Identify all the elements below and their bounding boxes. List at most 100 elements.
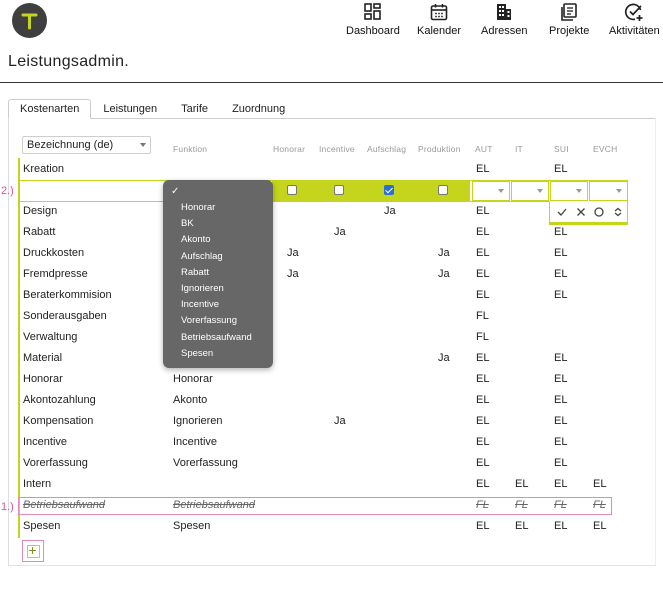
row-sui-cell: EL bbox=[554, 520, 568, 532]
dropdown-option[interactable]: Incentive bbox=[181, 299, 219, 310]
row-funktion-cell: Incentive bbox=[173, 436, 218, 448]
row-aut-cell: EL bbox=[476, 457, 490, 469]
edit-produktion-checkbox[interactable] bbox=[438, 185, 448, 195]
row-name-cell[interactable]: Rabatt bbox=[23, 226, 55, 238]
row-aut-cell: EL bbox=[476, 247, 490, 259]
row-evch-cell: EL bbox=[593, 478, 607, 490]
dropdown-option[interactable]: Vorerfassung bbox=[181, 315, 237, 326]
dropdown-option[interactable]: Betriebsaufwand bbox=[181, 332, 252, 343]
tab-zuordnung[interactable]: Zuordnung bbox=[220, 99, 297, 119]
row-it-cell: EL bbox=[515, 478, 529, 490]
logo-letter-icon bbox=[21, 13, 38, 30]
edit-evch-select[interactable] bbox=[589, 181, 628, 201]
nav-dashboard[interactable]: Dashboard bbox=[346, 2, 400, 37]
row-name-cell[interactable]: Spesen bbox=[23, 520, 60, 532]
row-funktion-cell: Akonto bbox=[173, 394, 208, 406]
row-name-cell[interactable]: Incentive bbox=[23, 436, 67, 448]
col-header-honorar: Honorar bbox=[273, 144, 306, 154]
row-name-cell[interactable]: Kreation bbox=[23, 163, 64, 175]
row-produktion-cell: Ja bbox=[438, 352, 450, 364]
edit-honorar-checkbox[interactable] bbox=[287, 185, 297, 195]
cancel-button[interactable] bbox=[573, 204, 589, 220]
tab-kostenarten[interactable]: Kostenarten bbox=[8, 99, 92, 119]
calendar-icon bbox=[430, 4, 448, 21]
nav-label: Kalender bbox=[417, 25, 462, 37]
row-aut-cell: EL bbox=[476, 394, 490, 406]
row-aut-cell: EL bbox=[476, 289, 490, 301]
col-header-produktion: Produktion bbox=[418, 144, 461, 154]
row-evch-cell: EL bbox=[593, 520, 607, 532]
building-icon bbox=[497, 4, 512, 20]
row-name-cell[interactable]: Fremdpresse bbox=[23, 268, 88, 280]
chevron-down-icon bbox=[498, 189, 504, 193]
nav-label: Adressen bbox=[481, 25, 528, 37]
nav-adressen[interactable]: Adressen bbox=[481, 2, 527, 37]
tab-leistungen[interactable]: Leistungen bbox=[91, 99, 169, 119]
title-divider bbox=[0, 82, 663, 83]
app-logo[interactable] bbox=[12, 3, 47, 38]
row-name-cell[interactable]: Druckkosten bbox=[23, 247, 84, 259]
row-aut-cell: EL bbox=[476, 415, 490, 427]
col-header-evch: EVCH bbox=[593, 144, 618, 154]
dropdown-option[interactable]: Ignorieren bbox=[181, 283, 224, 294]
row-name-cell[interactable]: Akontozahlung bbox=[23, 394, 96, 406]
row-name-cell[interactable]: Intern bbox=[23, 478, 51, 490]
row-sui-cell: EL bbox=[554, 289, 568, 301]
row-sui-cell: EL bbox=[554, 394, 568, 406]
col-header-aut: AUT bbox=[475, 144, 493, 154]
rows-accent-bar bbox=[18, 158, 20, 538]
dropdown-option[interactable]: Honorar bbox=[181, 202, 215, 213]
col-header-sui: SUI bbox=[554, 144, 569, 154]
add-row-button[interactable]: + bbox=[22, 540, 44, 562]
nav-label: Aktivitäten bbox=[609, 25, 660, 37]
row-sui-cell: EL bbox=[554, 163, 568, 175]
tab-tarife[interactable]: Tarife bbox=[169, 99, 220, 119]
reorder-button[interactable] bbox=[610, 204, 626, 220]
check-icon bbox=[557, 208, 567, 216]
nav-label: Dashboard bbox=[346, 25, 400, 37]
funktion-dropdown-menu: ✓ Honorar BK Akonto Aufschlag Rabatt Ignorier… bbox=[163, 180, 273, 368]
row-name-cell[interactable]: Material bbox=[23, 352, 62, 364]
row-produktion-cell: Ja bbox=[438, 268, 450, 280]
row-name-cell[interactable]: Beraterkommision bbox=[23, 289, 112, 301]
row-sui-cell: EL bbox=[554, 373, 568, 385]
plus-icon: + bbox=[28, 542, 37, 558]
row-aut-cell: FL bbox=[476, 310, 489, 322]
row-it-cell: EL bbox=[515, 520, 529, 532]
name-language-select[interactable]: Bezeichnung (de) bbox=[22, 136, 151, 154]
row-sui-cell: EL bbox=[554, 268, 568, 280]
row-produktion-cell: Ja bbox=[438, 247, 450, 259]
highlight-row-marker: 1.) bbox=[1, 501, 14, 513]
edit-aut-select[interactable] bbox=[472, 181, 510, 201]
check-icon: ✓ bbox=[171, 186, 180, 197]
edit-it-select[interactable] bbox=[511, 181, 549, 201]
confirm-button[interactable] bbox=[554, 204, 570, 220]
col-header-aufschlag: Aufschlag bbox=[367, 144, 407, 154]
nav-projekte[interactable]: Projekte bbox=[549, 2, 589, 37]
nav-aktivitaeten[interactable]: Aktivitäten bbox=[609, 2, 660, 37]
circle-icon bbox=[594, 207, 604, 217]
row-aut-cell: EL bbox=[476, 163, 490, 175]
dropdown-option[interactable]: Akonto bbox=[181, 234, 211, 245]
row-name-cell[interactable]: Kompensation bbox=[23, 415, 93, 427]
edit-incentive-checkbox[interactable] bbox=[334, 185, 344, 195]
edit-actions bbox=[549, 201, 628, 225]
row-name-cell[interactable]: Design bbox=[23, 205, 57, 217]
reset-button[interactable] bbox=[591, 204, 607, 220]
dropdown-option[interactable]: Rabatt bbox=[181, 267, 209, 278]
row-name-cell[interactable]: Verwaltung bbox=[23, 331, 77, 343]
dropdown-option[interactable]: Aufschlag bbox=[181, 251, 223, 262]
tab-bar: Kostenarten Leistungen Tarife Zuordnung bbox=[8, 99, 297, 119]
edit-row-marker: 2.) bbox=[1, 185, 14, 197]
page-title: Leistungsadmin. bbox=[8, 53, 130, 70]
edit-sui-select[interactable] bbox=[550, 181, 588, 201]
row-name-cell[interactable]: Sonderausgaben bbox=[23, 310, 107, 322]
row-funktion-cell: Spesen bbox=[173, 520, 211, 532]
row-sui-cell: EL bbox=[554, 457, 568, 469]
dropdown-option[interactable]: Spesen bbox=[181, 348, 213, 359]
row-name-cell[interactable]: Vorerfassung bbox=[23, 457, 88, 469]
edit-aufschlag-checkbox[interactable] bbox=[384, 185, 394, 195]
dropdown-option[interactable]: BK bbox=[181, 218, 194, 229]
nav-kalender[interactable]: Kalender bbox=[417, 2, 461, 37]
row-name-cell[interactable]: Honorar bbox=[23, 373, 63, 385]
